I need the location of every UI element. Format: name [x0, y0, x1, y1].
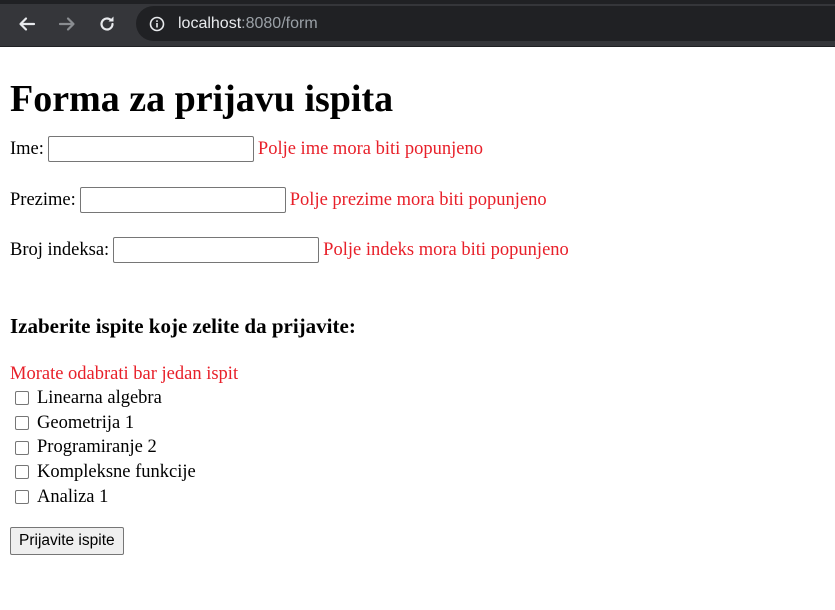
info-icon[interactable]: [148, 15, 166, 33]
exam-item[interactable]: Linearna algebra: [10, 386, 825, 411]
ime-label: Ime:: [10, 138, 44, 159]
exam-item[interactable]: Programiranje 2: [10, 435, 825, 460]
reload-button[interactable]: [94, 11, 120, 37]
exam-label: Analiza 1: [37, 486, 109, 507]
exam-label: Geometrija 1: [37, 412, 135, 433]
indeks-input[interactable]: [113, 237, 320, 263]
back-button[interactable]: [14, 11, 40, 37]
exam-checkbox-analiza-1[interactable]: [15, 490, 29, 505]
reload-icon: [100, 16, 114, 31]
url-path: :8080/form: [241, 14, 318, 32]
tab-strip: [0, 0, 835, 4]
field-row-prezime: Prezime: Polje prezime mora biti popunje…: [10, 186, 825, 214]
ime-input[interactable]: [47, 136, 254, 162]
exams-list: Linearna algebra Geometrija 1 Programira…: [10, 386, 825, 509]
submit-button[interactable]: Prijavite ispite: [10, 527, 124, 556]
exam-checkbox-programiranje-2[interactable]: [15, 440, 29, 455]
url-host: localhost: [178, 14, 242, 32]
browser-toolbar: localhost:8080/form: [0, 0, 835, 47]
indeks-error: Polje indeks mora biti popunjeno: [323, 239, 569, 260]
exam-label: Linearna algebra: [37, 387, 162, 408]
ime-error: Polje ime mora biti popunjeno: [257, 138, 483, 159]
exams-error: Morate odabrati bar jedan ispit: [10, 364, 239, 384]
exam-label: Programiranje 2: [37, 437, 157, 458]
field-row-indeks: Broj indeksa: Polje indeks mora biti pop…: [10, 236, 825, 264]
arrow-right-icon: [58, 17, 75, 31]
page-title: Forma za prijavu ispita: [10, 78, 394, 120]
page-content: Forma za prijavu ispita Ime: Polje ime m…: [0, 77, 835, 556]
exam-checkbox-linearna-algebra[interactable]: [15, 391, 29, 406]
exam-checkbox-geometrija-1[interactable]: [15, 416, 29, 431]
exam-item[interactable]: Kompleksne funkcije: [10, 460, 825, 485]
prezime-error: Polje prezime mora biti popunjeno: [289, 189, 547, 210]
exams-heading: Izaberite ispite koje zelite da prijavit…: [10, 314, 356, 338]
prezime-label: Prezime:: [10, 189, 76, 210]
prezime-input[interactable]: [79, 187, 286, 213]
exam-checkbox-kompleksne-funkcije[interactable]: [15, 465, 29, 480]
exam-label: Kompleksne funkcije: [37, 461, 196, 482]
address-bar[interactable]: localhost:8080/form: [136, 6, 835, 41]
exam-item[interactable]: Geometrija 1: [10, 411, 825, 436]
arrow-left-icon: [19, 17, 36, 31]
indeks-label: Broj indeksa:: [10, 239, 110, 260]
forward-button[interactable]: [54, 11, 80, 37]
exam-item[interactable]: Analiza 1: [10, 485, 825, 510]
field-row-ime: Ime: Polje ime mora biti popunjeno: [10, 135, 825, 163]
